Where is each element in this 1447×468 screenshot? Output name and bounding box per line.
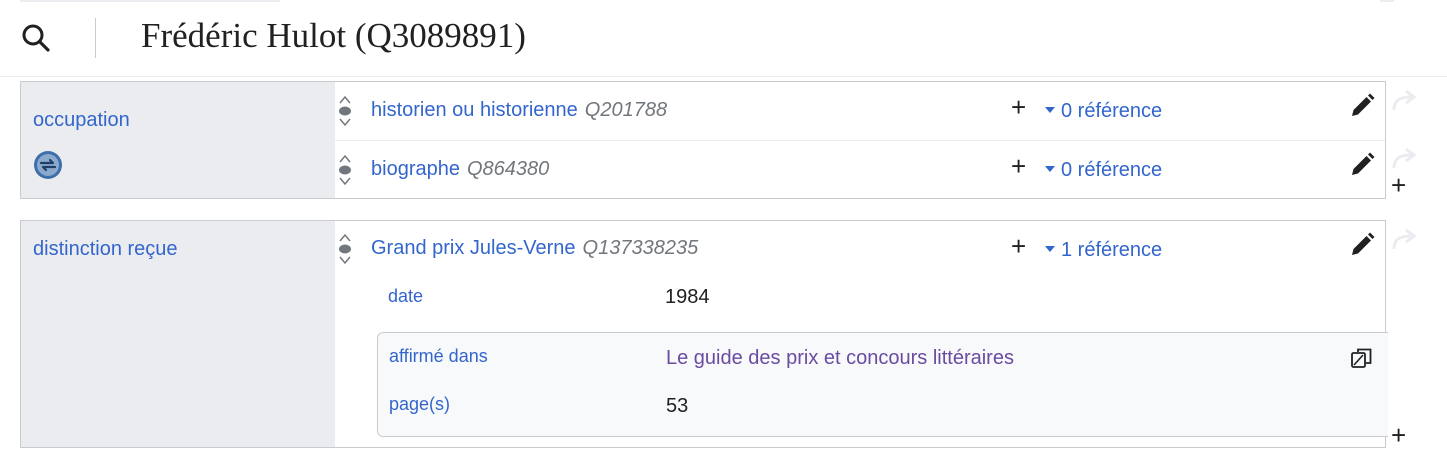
qualifier-label[interactable]: date [388, 286, 423, 307]
rank-normal-icon[interactable] [337, 94, 353, 128]
qualifier-value: 1984 [665, 286, 710, 308]
statement-row: historien ou historienne Q201788 + 0 réfé… [335, 82, 1385, 140]
value-qid: Q864380 [466, 158, 550, 180]
value-label[interactable]: biographe [371, 158, 460, 180]
value-qid: Q137338235 [582, 237, 699, 259]
value-label[interactable]: historien ou historienne [371, 99, 578, 121]
header-divider [95, 18, 96, 58]
chevron-down-icon [1045, 245, 1055, 252]
references-toggle[interactable]: 1 référence [1045, 239, 1162, 262]
statement-value-link[interactable]: historien ou historienne Q201788 [371, 99, 667, 122]
property-column: distinction reçue [21, 221, 335, 447]
property-label[interactable]: distinction reçue [33, 238, 178, 261]
pencil-icon[interactable] [1349, 152, 1375, 178]
reference-property-label[interactable]: page(s) [389, 394, 450, 415]
page-title: Frédéric Hulot (Q3089891) [141, 16, 526, 55]
share-arrow-icon[interactable] [1390, 88, 1420, 114]
reference-property-label[interactable]: affirmé dans [389, 346, 488, 367]
pencil-icon[interactable] [1349, 232, 1375, 258]
sync-icon[interactable] [33, 150, 63, 180]
property-column: occupation [21, 82, 335, 198]
statement-group-occupation: occupation historien ou historienne Q2017… [20, 81, 1386, 199]
add-qualifier-button[interactable]: + [1011, 233, 1026, 259]
page-header: Frédéric Hulot (Q3089891) [0, 0, 1447, 77]
references-count: 1 référence [1061, 239, 1163, 261]
reference-value-link[interactable]: Le guide des prix et concours littéraire… [666, 347, 1014, 370]
add-qualifier-button[interactable]: + [1011, 94, 1026, 120]
rank-normal-icon[interactable] [337, 232, 353, 266]
add-statement-button[interactable]: + [1391, 422, 1406, 448]
reference-value: 53 [666, 395, 689, 417]
copy-icon[interactable] [1350, 346, 1374, 370]
add-qualifier-button[interactable]: + [1011, 153, 1026, 179]
statement-row: biographe Q864380 + 0 référence [335, 141, 1385, 198]
share-arrow-icon[interactable] [1390, 227, 1420, 253]
statement-value-link[interactable]: Grand prix Jules-Verne Q137338235 [371, 237, 698, 260]
references-count: 0 référence [1061, 159, 1163, 181]
references-count: 0 référence [1061, 100, 1163, 122]
reference-box: affirmé dans Le guide des prix et concou… [377, 332, 1388, 437]
pencil-icon[interactable] [1349, 93, 1375, 119]
search-icon[interactable] [20, 22, 52, 54]
chevron-down-icon [1045, 165, 1055, 172]
references-toggle[interactable]: 0 référence [1045, 159, 1162, 182]
value-label[interactable]: Grand prix Jules-Verne [371, 237, 576, 259]
property-label[interactable]: occupation [33, 109, 130, 132]
add-statement-button[interactable]: + [1391, 172, 1406, 198]
rank-normal-icon[interactable] [337, 153, 353, 187]
value-qid: Q201788 [584, 99, 668, 121]
chevron-down-icon [1045, 106, 1055, 113]
statement-value-link[interactable]: biographe Q864380 [371, 158, 549, 181]
references-toggle[interactable]: 0 référence [1045, 100, 1162, 123]
statement-group-distinction: distinction reçue Grand prix Jules-Verne… [20, 220, 1388, 448]
share-arrow-icon[interactable] [1390, 146, 1420, 172]
